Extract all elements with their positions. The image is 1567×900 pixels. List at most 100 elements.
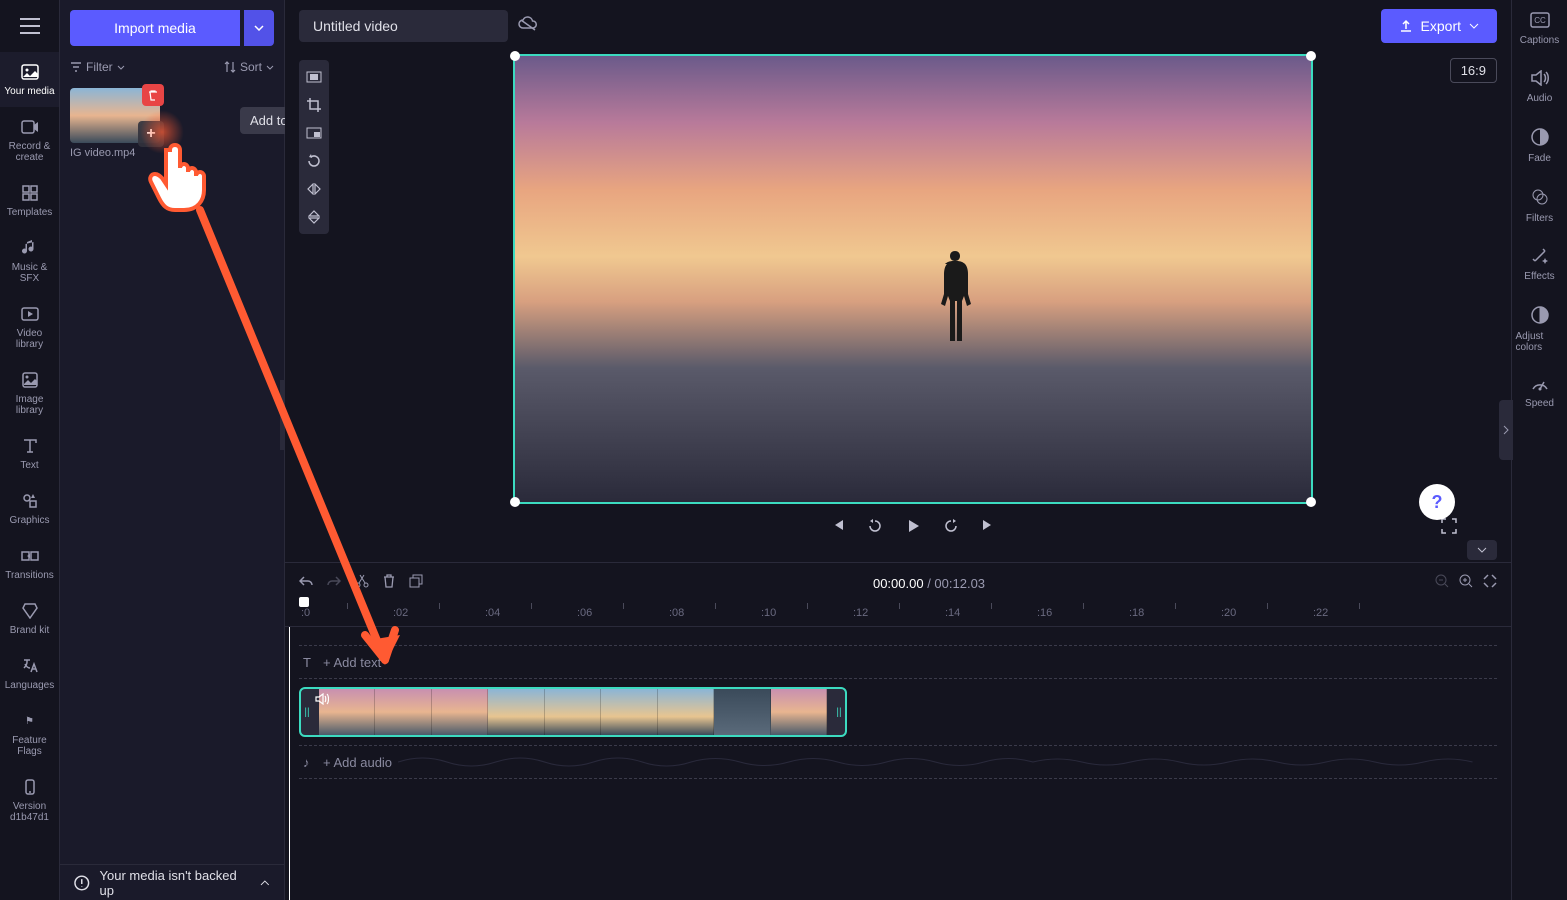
rail-video-library[interactable]: Video library [0, 294, 60, 360]
ruler-label: :12 [853, 607, 868, 619]
rail-graphics[interactable]: Graphics [0, 481, 60, 536]
right-effects[interactable]: Effects [1512, 236, 1567, 294]
chevron-down-icon [266, 65, 274, 70]
duplicate-button[interactable] [409, 574, 423, 593]
chevron-down-icon [254, 25, 264, 31]
rail-feature-flags[interactable]: ⚑ Feature Flags [0, 701, 60, 767]
export-button[interactable]: Export [1381, 9, 1497, 43]
ruler-tick [347, 603, 348, 609]
brand-icon [20, 601, 40, 621]
captions-icon: CC [1530, 12, 1550, 31]
rail-transitions[interactable]: Transitions [0, 536, 60, 591]
crop-tool[interactable] [299, 92, 329, 118]
preview-settings-dropdown[interactable] [1467, 540, 1497, 560]
rail-text[interactable]: Text [0, 426, 60, 481]
right-speed[interactable]: Speed [1512, 365, 1567, 421]
flip-v-icon [308, 210, 320, 224]
add-to-timeline-button[interactable]: + [138, 121, 164, 147]
right-adjust-colors[interactable]: Adjust colors [1512, 294, 1567, 365]
music-icon [20, 238, 40, 258]
aspect-ratio-button[interactable]: 16:9 [1450, 58, 1497, 83]
video-clip[interactable]: || || [299, 687, 847, 737]
timeline-ruler[interactable]: :0:02:04:06:08:10:12:14:16:18:20:22 [285, 603, 1511, 627]
right-filters[interactable]: Filters [1512, 176, 1567, 236]
rail-label: Image library [4, 394, 56, 416]
fullscreen-button[interactable] [1441, 518, 1457, 539]
right-captions[interactable]: CC Captions [1512, 0, 1567, 58]
rail-record-create[interactable]: Record & create [0, 107, 60, 173]
resize-handle-tr[interactable] [1306, 51, 1316, 61]
audio-track[interactable]: ♪ + Add audio [299, 745, 1497, 779]
graphics-icon [20, 491, 40, 511]
zoom-fit-button[interactable] [1483, 574, 1497, 593]
import-media-button[interactable]: Import media [70, 10, 240, 46]
playhead[interactable] [299, 597, 309, 607]
cloud-sync-icon[interactable] [518, 16, 538, 37]
rail-version[interactable]: Version d1b47d1 [0, 767, 60, 833]
flip-v-tool[interactable] [299, 204, 329, 230]
collapse-right-panel[interactable] [1499, 400, 1513, 460]
delete-media-button[interactable] [142, 84, 164, 106]
ruler-tick [1359, 603, 1360, 609]
clip-trim-left[interactable]: || [301, 689, 313, 735]
playhead-line [289, 627, 290, 900]
rewind-button[interactable] [867, 518, 883, 539]
filter-button[interactable]: Filter [70, 60, 125, 74]
text-track-icon: T [303, 655, 317, 670]
rail-templates[interactable]: Templates [0, 173, 60, 228]
right-label: Effects [1524, 271, 1554, 282]
rail-image-library[interactable]: Image library [0, 360, 60, 426]
delete-clip-button[interactable] [383, 574, 395, 593]
media-thumbnail[interactable]: + [70, 88, 160, 143]
skip-start-button[interactable] [831, 518, 845, 539]
video-preview[interactable] [513, 54, 1313, 504]
video-icon [20, 304, 40, 324]
media-item[interactable]: + IG video.mp4 [70, 88, 160, 159]
rail-brand-kit[interactable]: Brand kit [0, 591, 60, 646]
version-icon [20, 777, 40, 797]
rotate-tool[interactable] [299, 148, 329, 174]
crop-icon [307, 98, 321, 112]
undo-button[interactable] [299, 574, 313, 592]
ruler-label: :20 [1221, 607, 1236, 619]
rail-your-media[interactable]: Your media [0, 52, 60, 107]
rail-languages[interactable]: Languages [0, 646, 60, 701]
flip-h-tool[interactable] [299, 176, 329, 202]
help-button[interactable]: ? [1419, 484, 1455, 520]
filter-icon [70, 62, 82, 72]
right-audio[interactable]: Audio [1512, 58, 1567, 116]
rotate-icon [307, 154, 321, 168]
ruler-tick [623, 603, 624, 609]
import-media-dropdown[interactable] [244, 10, 274, 46]
fit-tool[interactable] [299, 64, 329, 90]
hamburger-menu[interactable] [0, 0, 60, 52]
split-button[interactable] [355, 574, 369, 593]
play-button[interactable] [905, 518, 921, 539]
clip-trim-right[interactable]: || [833, 689, 845, 735]
pip-tool[interactable] [299, 120, 329, 146]
skip-end-button[interactable] [981, 518, 995, 539]
hamburger-icon [20, 18, 40, 34]
resize-handle-tl[interactable] [510, 51, 520, 61]
zoom-out-button[interactable] [1435, 574, 1449, 593]
resize-handle-bl[interactable] [510, 497, 520, 507]
backup-warning-bar[interactable]: Your media isn't backed up [60, 864, 284, 900]
project-title-input[interactable] [299, 10, 508, 42]
right-fade[interactable]: Fade [1512, 116, 1567, 176]
forward-button[interactable] [943, 518, 959, 539]
chevron-down-icon [117, 65, 125, 70]
right-label: Filters [1526, 213, 1553, 224]
right-label: Captions [1520, 35, 1559, 46]
sort-button[interactable]: Sort [224, 60, 274, 74]
rail-music-sfx[interactable]: Music & SFX [0, 228, 60, 294]
audio-waveform [398, 752, 1497, 772]
resize-handle-br[interactable] [1306, 497, 1316, 507]
redo-button[interactable] [327, 574, 341, 592]
pip-icon [306, 127, 322, 139]
speed-icon [1531, 377, 1549, 394]
flip-h-icon [307, 183, 321, 195]
ruler-tick [1267, 603, 1268, 609]
zoom-in-button[interactable] [1459, 574, 1473, 593]
adjust-icon [1531, 306, 1549, 327]
text-track[interactable]: T + Add text [299, 645, 1497, 679]
